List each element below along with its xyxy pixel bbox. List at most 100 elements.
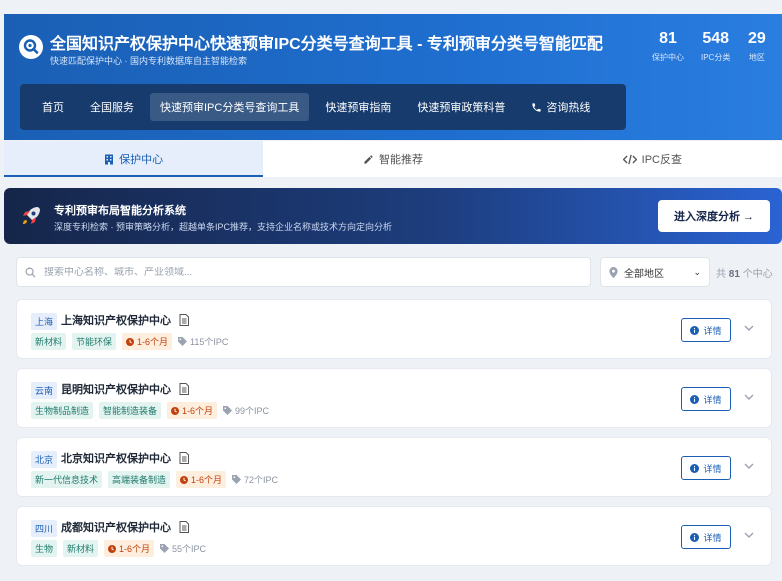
ipc-count: 115个IPC [178, 335, 228, 348]
detail-label: 详情 [703, 394, 722, 405]
ipc-count: 55个IPC [160, 542, 206, 555]
nav-ipc-tool[interactable]: 快速预审IPC分类号查询工具 [150, 93, 310, 121]
review-time-tag: 1-6个月 [176, 471, 227, 488]
clock-icon [126, 337, 135, 346]
industry-tag: 生物 [31, 540, 58, 557]
industry-tag: 新一代信息技术 [31, 471, 103, 488]
review-time-text: 1-6个月 [137, 337, 169, 347]
center-card[interactable]: 北京 北京知识产权保护中心 新一代信息技术 高端装备制造 1-6个月 72个IP… [16, 437, 772, 497]
stat-centers-num: 81 [659, 30, 677, 47]
ipc-count-text: 72个IPC [244, 475, 279, 485]
stat-regions: 29 地区 [748, 30, 766, 63]
card-region: 上海 [31, 313, 58, 330]
clock-icon [108, 544, 117, 553]
region-select-value: 全部地区 [624, 268, 664, 280]
search-box [16, 257, 591, 287]
tab-bar: 保护中心 智能推荐 IPC反查 [4, 141, 782, 177]
industry-tag: 节能环保 [72, 333, 117, 350]
center-card[interactable]: 云南 昆明知识产权保护中心 生物制品制造 智能制造装备 1-6个月 99个IPC… [16, 368, 772, 428]
code-icon [622, 154, 637, 164]
review-time-tag: 1-6个月 [167, 402, 218, 419]
info-icon [690, 532, 700, 542]
banner-title: 专利预审布局智能分析系统 [54, 205, 186, 217]
tag-icon [232, 475, 242, 484]
page-title: 全国知识产权保护中心快速预审IPC分类号查询工具 - 专利预审分类号智能匹配 [50, 36, 603, 53]
ipc-count: 99个IPC [223, 404, 269, 417]
review-time-tag: 1-6个月 [122, 333, 173, 350]
tab-centers-label: 保护中心 [119, 154, 164, 166]
document-icon[interactable] [179, 452, 189, 464]
center-card[interactable]: 上海 上海知识产权保护中心 新材料 节能环保 1-6个月 115个IPC 详情 [16, 299, 772, 359]
stat-ipc-num: 548 [702, 30, 730, 47]
nav-policy[interactable]: 快速预审政策科普 [407, 93, 515, 121]
count-prefix: 共 [716, 269, 726, 280]
review-time-text: 1-6个月 [182, 406, 214, 416]
count-suffix: 个中心 [742, 269, 773, 280]
nav-hotline-label: 咨询热线 [546, 102, 591, 114]
stat-ipc-label: IPC分类 [701, 53, 731, 62]
info-icon [690, 394, 700, 404]
tab-recommend[interactable]: 智能推荐 [263, 141, 522, 177]
chevron-down-icon: ⌄ [693, 266, 701, 277]
card-tags: 生物制品制造 智能制造装备 1-6个月 99个IPC [31, 402, 269, 419]
phone-icon [532, 102, 541, 112]
info-icon [690, 325, 700, 335]
stat-regions-label: 地区 [748, 53, 765, 62]
center-count: 共 81 个中心 [716, 265, 773, 280]
detail-button[interactable]: 详情 [681, 525, 731, 549]
nav-home[interactable]: 首页 [32, 93, 74, 121]
tab-ipc-reverse[interactable]: IPC反查 [523, 141, 782, 177]
stat-centers: 81 保护中心 [652, 30, 684, 63]
nav-national-service[interactable]: 全国服务 [80, 93, 144, 121]
tab-recommend-label: 智能推荐 [378, 154, 423, 166]
search-icon [25, 267, 36, 278]
building-icon [105, 154, 114, 164]
banner-description: 深度专利检索 · 预审策略分析，超越单条IPC推荐，支持企业名称或技术方向定向分… [54, 222, 393, 232]
card-name: 昆明知识产权保护中心 [61, 381, 189, 397]
document-icon[interactable] [179, 521, 189, 533]
card-tags: 生物 新材料 1-6个月 55个IPC [31, 540, 206, 557]
review-time-text: 1-6个月 [191, 475, 223, 485]
clock-icon [180, 475, 189, 484]
card-name-text: 上海知识产权保护中心 [61, 315, 171, 327]
search-logo-icon [19, 35, 43, 59]
tag-icon [223, 406, 233, 415]
region-select[interactable]: 全部地区 ⌄ [600, 257, 710, 287]
expand-chevron-icon[interactable] [743, 322, 755, 334]
ipc-count-text: 115个IPC [190, 337, 229, 347]
expand-chevron-icon[interactable] [743, 391, 755, 403]
industry-tag: 新材料 [31, 333, 67, 350]
card-tags: 新材料 节能环保 1-6个月 115个IPC [31, 333, 228, 350]
location-pin-icon [609, 266, 618, 278]
card-name: 上海知识产权保护中心 [61, 312, 189, 328]
rocket-icon [23, 207, 40, 224]
detail-label: 详情 [703, 325, 722, 336]
count-number: 81 [728, 269, 740, 280]
nav-hotline[interactable]: 咨询热线 [521, 93, 600, 121]
deep-analysis-button[interactable]: 进入深度分析 → [658, 200, 770, 232]
detail-button[interactable]: 详情 [681, 318, 731, 342]
document-icon[interactable] [179, 383, 189, 395]
document-icon[interactable] [179, 314, 189, 326]
industry-tag: 智能制造装备 [99, 402, 162, 419]
page-subtitle: 快速匹配保护中心 · 国内专利数据库自主智能检索 [50, 56, 247, 66]
detail-button[interactable]: 详情 [681, 456, 731, 480]
detail-button[interactable]: 详情 [681, 387, 731, 411]
stat-ipc: 548 IPC分类 [701, 30, 730, 63]
search-input[interactable] [44, 266, 564, 278]
clock-icon [171, 406, 180, 415]
card-region: 四川 [31, 520, 58, 537]
card-name-text: 成都知识产权保护中心 [61, 522, 171, 534]
ipc-count-text: 99个IPC [235, 406, 270, 416]
expand-chevron-icon[interactable] [743, 529, 755, 541]
ipc-count-text: 55个IPC [172, 544, 207, 554]
tab-ipc-reverse-label: IPC反查 [641, 154, 682, 166]
tab-centers[interactable]: 保护中心 [4, 141, 264, 177]
tag-icon [178, 337, 188, 346]
card-name: 成都知识产权保护中心 [61, 519, 189, 535]
center-card[interactable]: 四川 成都知识产权保护中心 生物 新材料 1-6个月 55个IPC 详情 [16, 506, 772, 566]
ipc-count: 72个IPC [232, 473, 278, 486]
expand-chevron-icon[interactable] [743, 460, 755, 472]
nav-guide[interactable]: 快速预审指南 [315, 93, 401, 121]
analysis-banner: 专利预审布局智能分析系统 深度专利检索 · 预审策略分析，超越单条IPC推荐，支… [4, 188, 782, 244]
